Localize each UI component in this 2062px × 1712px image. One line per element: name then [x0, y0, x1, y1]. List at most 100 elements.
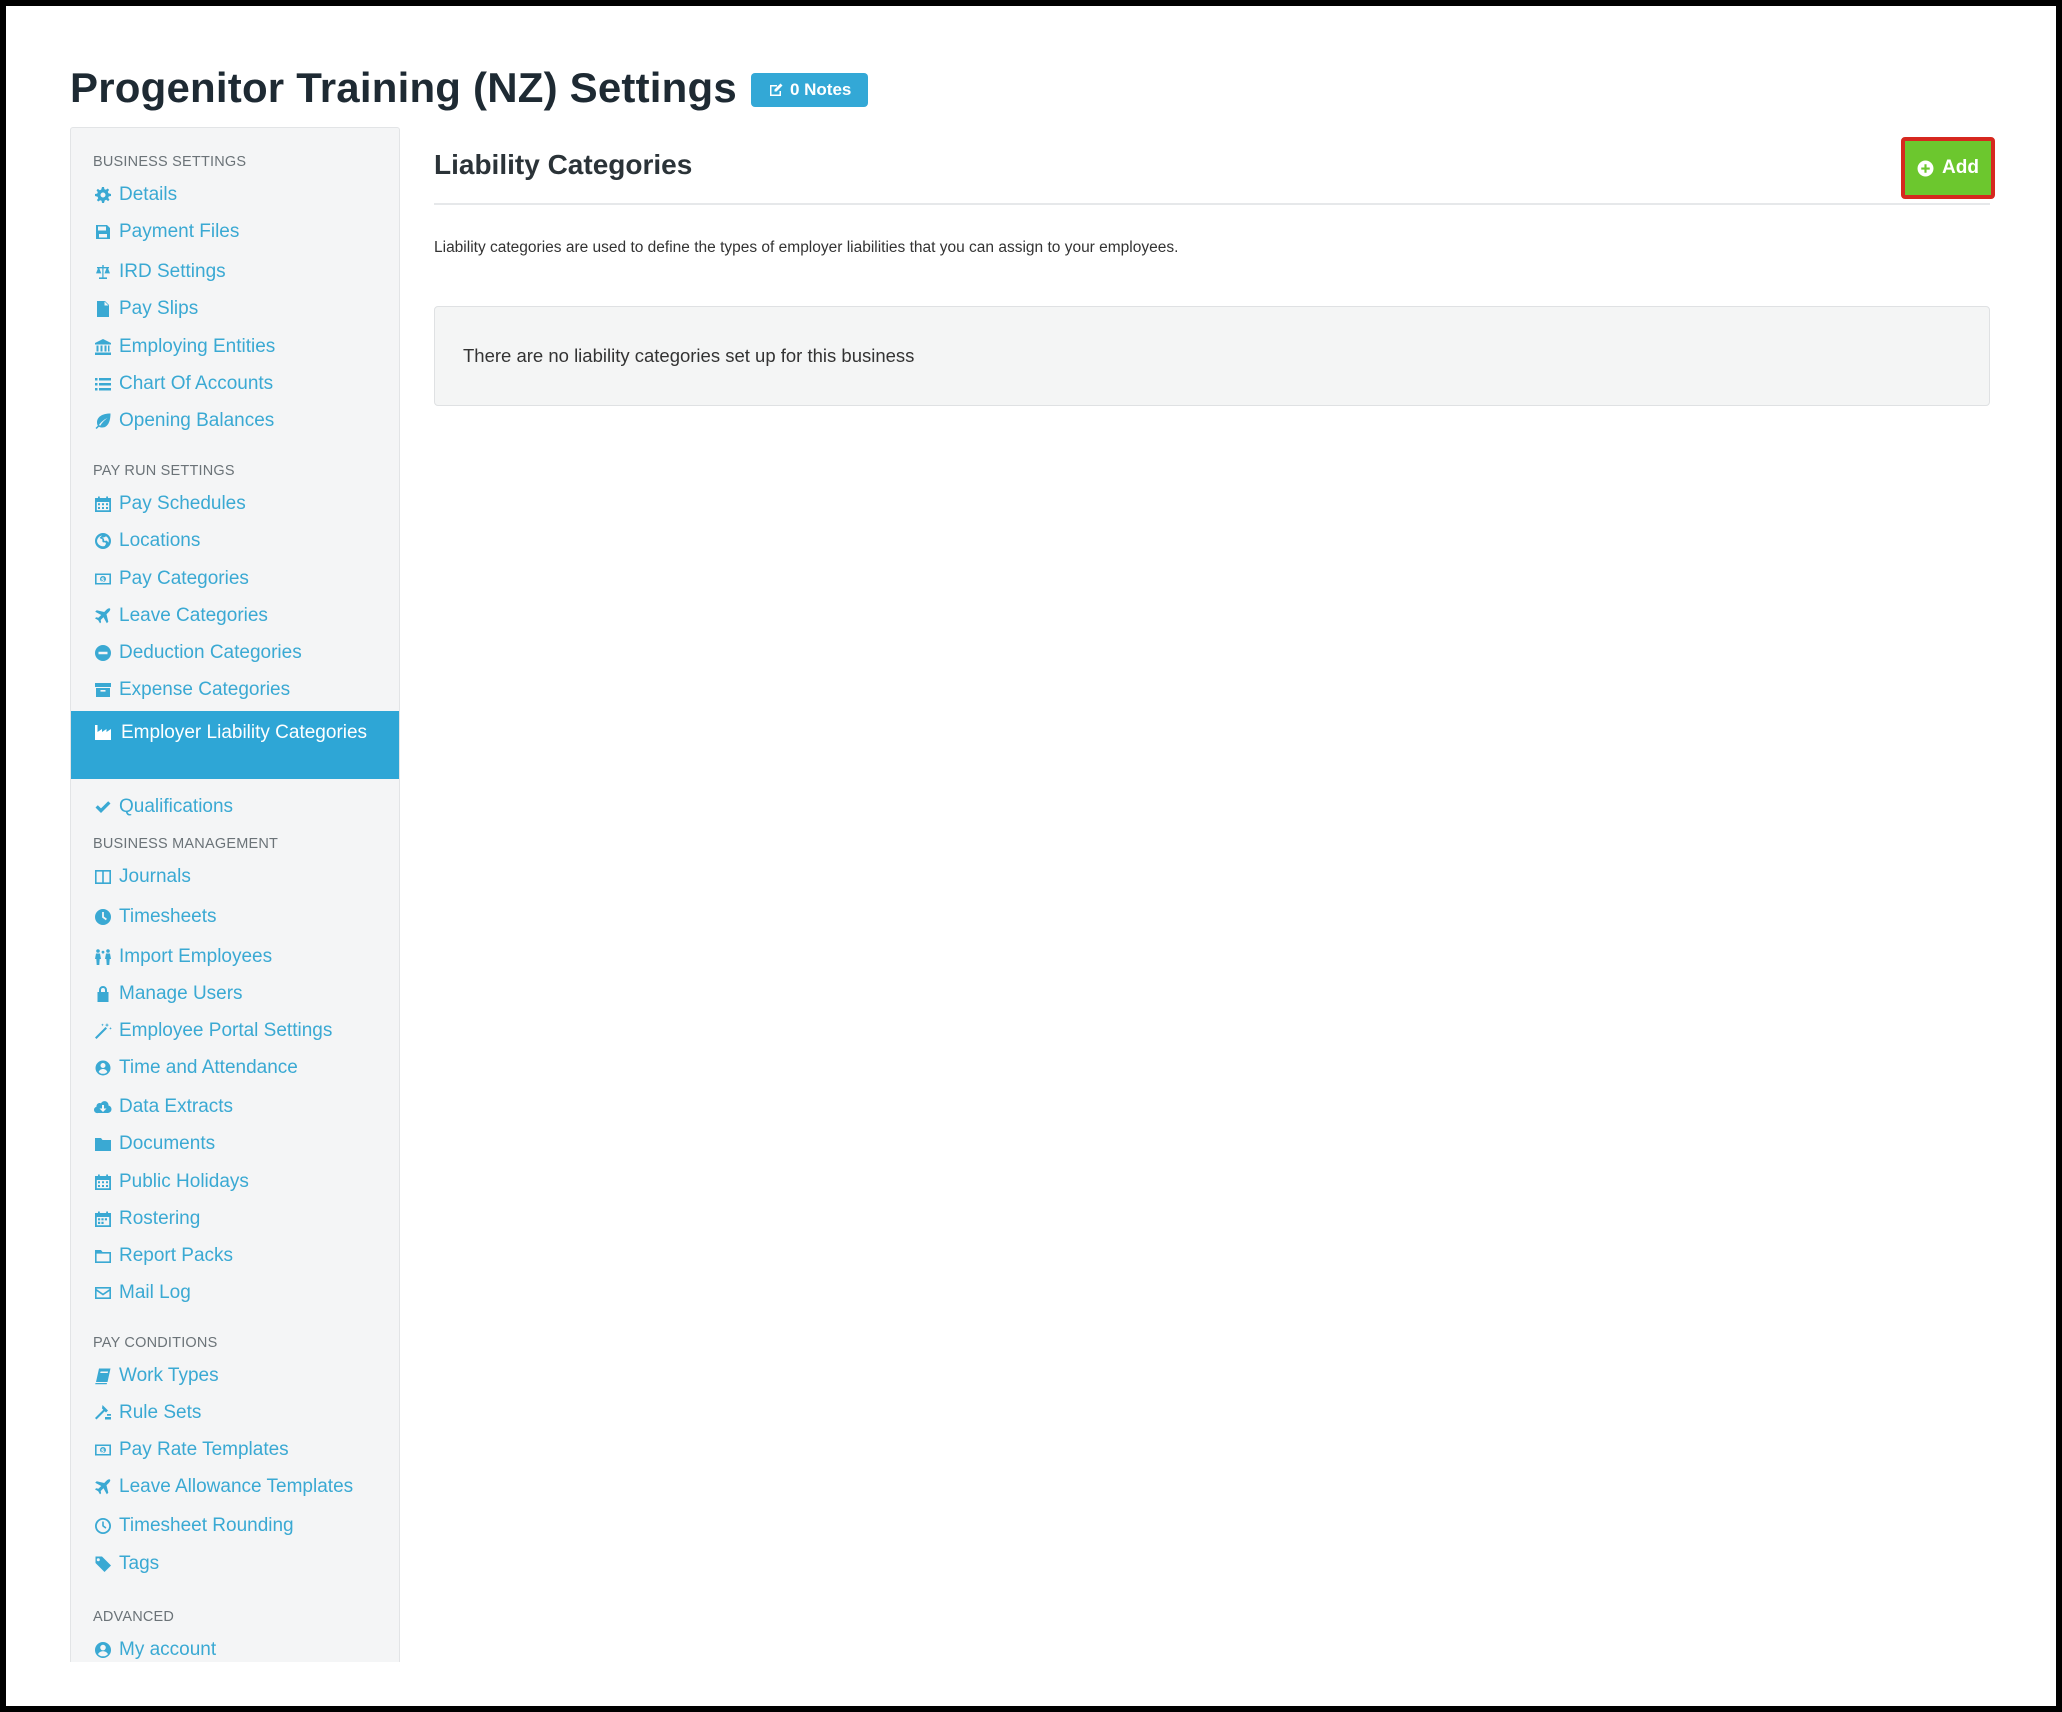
scale-icon	[93, 262, 113, 282]
description-text: Liability categories are used to define …	[434, 239, 1179, 256]
sidebar-item-employer-liability-categories[interactable]: Employer Liability Categories	[71, 711, 399, 779]
sidebar-item-label: Timesheets	[119, 906, 217, 927]
sidebar-item-opening-balances[interactable]: Opening Balances	[71, 406, 399, 436]
sidebar-item-data-extracts[interactable]: Data Extracts	[71, 1092, 399, 1122]
sidebar-item-mail-log[interactable]: Mail Log	[71, 1278, 399, 1308]
user-clock-icon	[93, 1058, 113, 1078]
money-icon	[93, 569, 113, 589]
sidebar-item-ird-settings[interactable]: IRD Settings	[71, 257, 399, 287]
sidebar-item-label: Pay Schedules	[119, 493, 246, 514]
sidebar-item-leave-categories[interactable]: Leave Categories	[71, 601, 399, 631]
sidebar-item-label: Pay Slips	[119, 298, 199, 319]
app-window: Progenitor Training (NZ) Settings 0 Note…	[6, 6, 2056, 1706]
factory-icon	[93, 722, 113, 742]
gavel-icon	[93, 1403, 113, 1423]
plus-circle-icon	[1917, 160, 1934, 176]
lock-icon	[93, 984, 113, 1004]
clock-outline-icon	[93, 1516, 113, 1536]
user-circle-icon	[93, 1640, 113, 1660]
sidebar-item-label: Employer Liability Categories	[121, 722, 368, 743]
empty-state-panel: There are no liability categories set up…	[434, 306, 1990, 406]
sidebar-item-journals[interactable]: Journals	[71, 862, 399, 892]
sidebar-item-payment-files[interactable]: Payment Files	[71, 217, 399, 247]
sidebar-item-label: Timesheet Rounding	[119, 1515, 294, 1536]
sidebar-item-my-account[interactable]: My account	[71, 1635, 399, 1662]
sidebar-item-manage-users[interactable]: Manage Users	[71, 979, 399, 1009]
sidebar-section-business-management: BUSINESS MANAGEMENT	[93, 836, 279, 852]
settings-sidebar: BUSINESS SETTINGS Details Payment Files IRD…	[70, 127, 400, 1662]
sidebar-section-advanced: ADVANCED	[93, 1609, 175, 1625]
plane-icon	[93, 606, 113, 626]
sidebar-item-label: Deduction Categories	[119, 642, 302, 663]
sidebar-item-label: Details	[119, 184, 178, 205]
sidebar-section-pay-conditions: PAY CONDITIONS	[93, 1335, 218, 1351]
sidebar-item-report-packs[interactable]: Report Packs	[71, 1241, 399, 1271]
sidebar-item-employee-portal-settings[interactable]: Employee Portal Settings	[71, 1016, 399, 1046]
sidebar-item-label: Tags	[119, 1553, 160, 1574]
sidebar-item-label: Payment Files	[119, 221, 240, 242]
sidebar-section-pay-run-settings: PAY RUN SETTINGS	[93, 463, 235, 479]
sidebar-item-details[interactable]: Details	[71, 180, 399, 210]
content-title: Liability Categories	[434, 149, 693, 180]
sidebar-item-timesheets[interactable]: Timesheets	[71, 902, 399, 932]
calendar-grid-icon	[93, 1209, 113, 1229]
sidebar-item-label: Leave Allowance Templates	[119, 1476, 354, 1497]
sidebar-item-label: Employee Portal Settings	[119, 1020, 333, 1041]
sidebar-item-deduction-categories[interactable]: Deduction Categories	[71, 638, 399, 668]
sidebar-item-label: My account	[119, 1639, 217, 1660]
list-icon	[93, 374, 113, 394]
sidebar-item-label: Chart Of Accounts	[119, 373, 274, 394]
sidebar-item-pay-schedules[interactable]: Pay Schedules	[71, 489, 399, 519]
sidebar-item-pay-rate-templates[interactable]: Pay Rate Templates	[71, 1435, 399, 1465]
sidebar-item-tags[interactable]: Tags	[71, 1549, 399, 1579]
sidebar-item-import-employees[interactable]: Import Employees	[71, 942, 399, 972]
add-button-label: Add	[1942, 157, 1979, 178]
gear-icon	[93, 185, 113, 205]
sidebar-item-label: Pay Categories	[119, 568, 249, 589]
sidebar-item-label: Pay Rate Templates	[119, 1439, 289, 1460]
sidebar-item-leave-allowance-templates[interactable]: Leave Allowance Templates	[71, 1472, 399, 1502]
sidebar-item-employing-entities[interactable]: Employing Entities	[71, 332, 399, 362]
sidebar-item-pay-categories[interactable]: Pay Categories	[71, 564, 399, 594]
sidebar-item-time-and-attendance[interactable]: Time and Attendance	[71, 1053, 399, 1083]
archive-icon	[93, 680, 113, 700]
plane-icon	[93, 1477, 113, 1497]
sidebar-item-label: IRD Settings	[119, 261, 226, 282]
envelope-icon	[93, 1283, 113, 1303]
minus-circle-icon	[93, 643, 113, 663]
sidebar-item-label: Journals	[119, 866, 191, 887]
folder-icon	[93, 1134, 113, 1154]
sidebar-section-business-settings: BUSINESS SETTINGS	[93, 154, 247, 170]
add-button[interactable]: Add	[1901, 137, 1995, 199]
sidebar-item-label: Rostering	[119, 1208, 201, 1229]
people-icon	[93, 947, 113, 967]
sidebar-item-documents[interactable]: Documents	[71, 1129, 399, 1159]
file-icon	[93, 299, 113, 319]
sidebar-item-rule-sets[interactable]: Rule Sets	[71, 1398, 399, 1428]
sidebar-item-label: Qualifications	[119, 796, 234, 817]
sidebar-item-qualifications[interactable]: Qualifications	[71, 792, 399, 822]
check-icon	[93, 797, 113, 817]
sidebar-item-label: Leave Categories	[119, 605, 268, 626]
sidebar-item-pay-slips[interactable]: Pay Slips	[71, 294, 399, 324]
sidebar-item-locations[interactable]: Locations	[71, 526, 399, 556]
page-title: Progenitor Training (NZ) Settings	[70, 64, 737, 111]
sidebar-item-expense-categories[interactable]: Expense Categories	[71, 675, 399, 705]
calendar-icon	[93, 1172, 113, 1192]
globe-icon	[93, 531, 113, 551]
sidebar-item-timesheet-rounding[interactable]: Timesheet Rounding	[71, 1511, 399, 1541]
page-header: Progenitor Training (NZ) Settings 0 Note…	[70, 64, 869, 112]
sidebar-item-work-types[interactable]: Work Types	[71, 1361, 399, 1391]
sidebar-item-label: Expense Categories	[119, 679, 291, 700]
sidebar-item-label: Work Types	[119, 1365, 219, 1386]
sidebar-item-rostering[interactable]: Rostering	[71, 1204, 399, 1234]
sidebar-item-public-holidays[interactable]: Public Holidays	[71, 1167, 399, 1197]
bank-icon	[93, 337, 113, 357]
columns-icon	[93, 867, 113, 887]
money-icon	[93, 1440, 113, 1460]
sidebar-item-label: Report Packs	[119, 1245, 234, 1266]
notes-button[interactable]: 0 Notes	[750, 73, 869, 107]
sidebar-item-chart-of-accounts[interactable]: Chart Of Accounts	[71, 369, 399, 399]
wand-icon	[93, 1021, 113, 1041]
sidebar-item-label: Data Extracts	[119, 1096, 234, 1117]
